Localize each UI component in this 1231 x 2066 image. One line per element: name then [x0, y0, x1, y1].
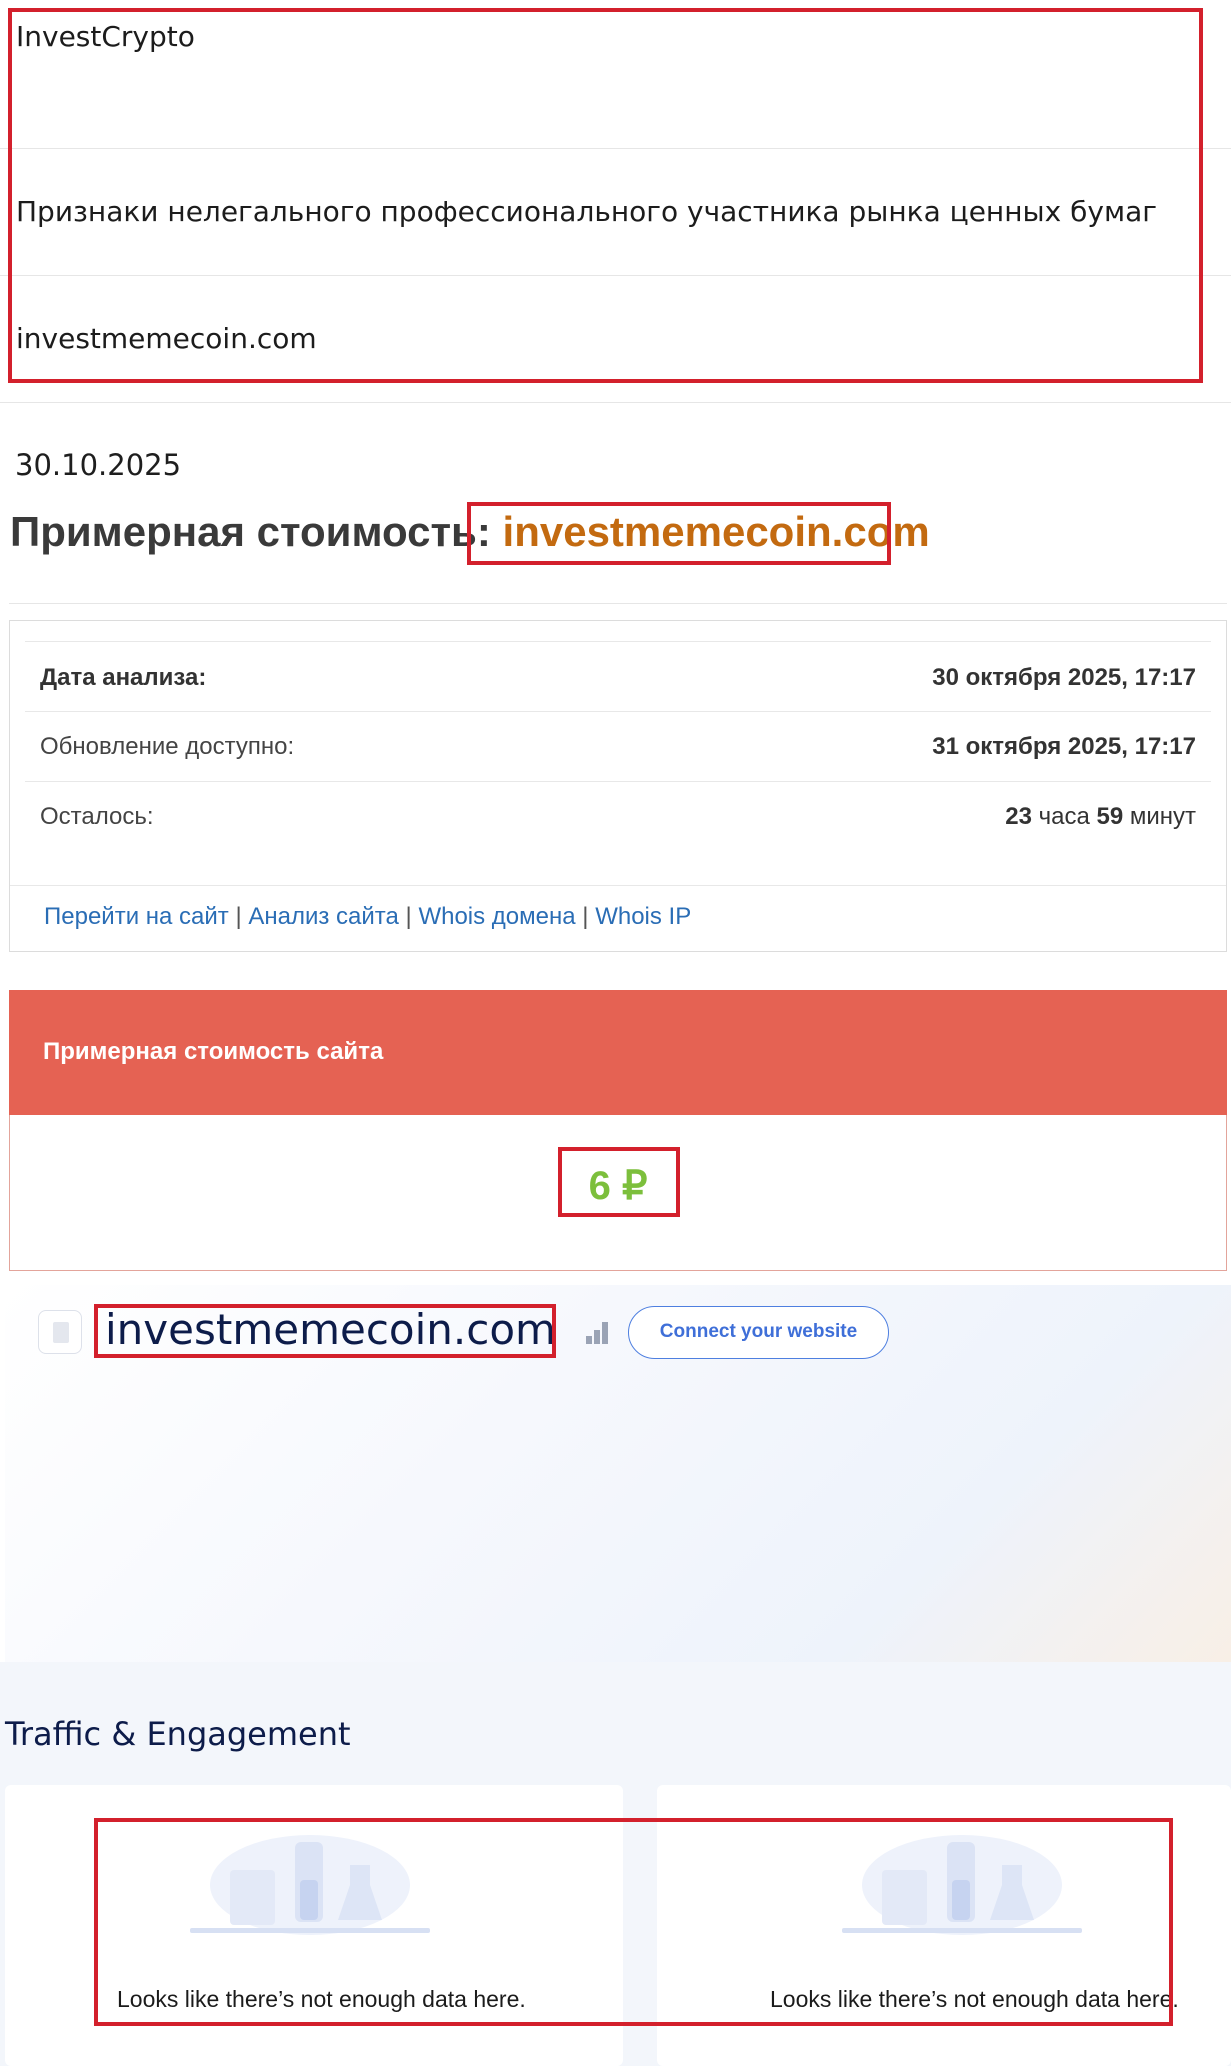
remaining-hours: 23 [1005, 803, 1032, 830]
link-go-to-site[interactable]: Перейти на сайт [44, 903, 229, 930]
divider [9, 603, 1227, 604]
remaining-minutes: 59 [1096, 803, 1124, 830]
document-icon [53, 1322, 69, 1343]
traffic-title: Traffic & Engagement [5, 1715, 351, 1753]
card-divider [25, 711, 1211, 712]
update-value: 31 октября 2025, 17:17 [932, 733, 1196, 760]
remaining-hours-unit: часа [1038, 803, 1090, 830]
analysis-row-remaining: Осталось: 23 часа 59 минут [40, 803, 1196, 831]
annotation-box-price [558, 1147, 680, 1217]
site-links: Перейти на сайт | Анализ сайта | Whois д… [44, 903, 691, 931]
update-label: Обновление доступно: [40, 733, 295, 760]
remaining-value: 23 часа 59 минут [1005, 803, 1196, 831]
card-divider [10, 885, 1226, 886]
link-separator: | [235, 903, 242, 930]
link-whois-domain[interactable]: Whois домена [418, 903, 575, 930]
card-divider [25, 641, 1211, 642]
annotation-box-site-domain [94, 1304, 556, 1358]
link-separator: | [582, 903, 589, 930]
card-divider [25, 781, 1211, 782]
report-date: 30.10.2025 [15, 448, 182, 482]
page-title-label: Примерная стоимость: [10, 508, 491, 555]
link-site-analysis[interactable]: Анализ сайта [248, 903, 399, 930]
link-separator: | [405, 903, 412, 930]
annotation-box-heading-domain [467, 502, 891, 565]
remaining-minutes-unit: минут [1129, 803, 1196, 830]
favicon [38, 1310, 82, 1354]
rank-bars-icon [586, 1322, 612, 1344]
annotation-box-traffic [94, 1818, 1173, 2026]
annotation-box-info [8, 8, 1203, 383]
analysis-date-value: 30 октября 2025, 17:17 [932, 664, 1196, 691]
analysis-card: Дата анализа: 30 октября 2025, 17:17 Обн… [9, 620, 1227, 952]
connect-website-button[interactable]: Connect your website [628, 1306, 889, 1359]
analysis-row-update: Обновление доступно: 31 октября 2025, 17… [40, 733, 1196, 761]
analysis-date-label: Дата анализа: [40, 664, 207, 691]
price-title: Примерная стоимость сайта [43, 1038, 384, 1065]
divider [0, 402, 1231, 403]
analysis-row-date: Дата анализа: 30 октября 2025, 17:17 [40, 664, 1196, 692]
remaining-label: Осталось: [40, 803, 154, 830]
link-whois-ip[interactable]: Whois IP [595, 903, 691, 930]
price-header: Примерная стоимость сайта [9, 990, 1227, 1115]
